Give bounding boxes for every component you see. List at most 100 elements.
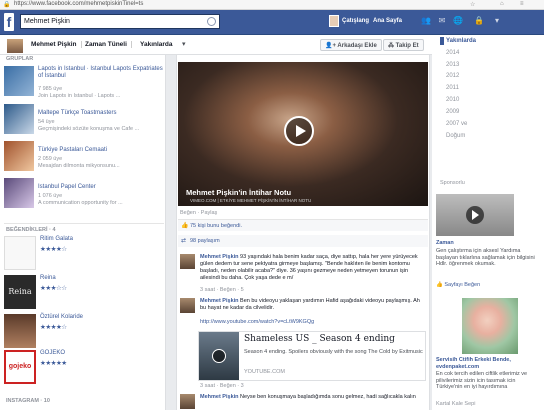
group-desc: Geçmişindeki sözüte konuşma ve Cafe ... [38,126,140,132]
ad-title[interactable]: Zaman [436,240,540,247]
group-item[interactable]: Istanbul Papel Center 1 076 üye A commun… [4,178,164,211]
group-members: 7 985 üye [38,86,63,92]
friend-requests-icon[interactable]: 👥 [421,16,431,26]
add-friend-button[interactable]: 👤+ Arkadaşı Ekle [320,39,382,51]
search-icon[interactable] [207,17,216,26]
group-thumbnail [4,66,34,96]
avatar[interactable] [180,254,195,269]
comment-author[interactable]: Mehmet Pişkin [200,254,239,260]
likes-header: BEĞENDİKLERİ · 4 [6,227,56,233]
play-button[interactable] [284,116,314,146]
liked-page-item[interactable]: gojeko GOJEKO ★★★★★ [4,350,164,388]
avatar[interactable] [180,298,195,313]
shares-count[interactable]: 98 paylaşım [190,238,220,244]
profile-name-tab[interactable]: Mehmet Pişkin [31,41,82,48]
facebook-logo[interactable]: f [4,13,14,31]
browser-url-bar[interactable]: 🔒 https://www.facebook.com/mehmetpiskinT… [0,0,544,10]
home-link[interactable]: Ana Sayfa [373,18,402,24]
page-title[interactable]: Öztürel Kolaride [40,314,83,320]
thumbs-up-icon: 👍 [181,223,189,229]
user-avatar[interactable] [329,15,339,27]
group-desc: Join Lapots in Istanbul · Lapots ... [38,93,121,99]
messages-icon[interactable]: ✉ [437,16,447,26]
group-title[interactable]: Lapots in Istanbul · Istanbul Lapots Exp… [38,66,164,79]
video-title[interactable]: Mehmet Pişkin'in İntihar Notu [186,188,291,197]
liked-page-item[interactable]: Öztürel Kolaride ★★★★☆ [4,314,164,352]
follow-label: Takip Et [395,43,419,49]
url-text[interactable]: https://www.facebook.com/mehmetpiskinTin… [14,1,143,7]
group-item[interactable]: Maltepe Türkçe Toastmasters 54 üye Geçmi… [4,104,164,137]
ad-image[interactable] [462,298,518,354]
group-desc: A communication opportunity for ... [38,200,123,206]
instagram-header: INSTAGRAM · 10 [6,398,50,404]
year-link[interactable]: 2011 [446,85,459,91]
user-name-link[interactable]: Çatışlang [342,18,369,24]
settings-icon[interactable]: ▾ [492,16,502,26]
like-share-links[interactable]: Beğen · Paylaş [180,210,217,216]
rating-stars: ★★★★★ [40,360,67,367]
comment: Mehmet Pişkin 93 yaşındaki hala benim ka… [180,254,426,296]
footer-text: Kartal Kale Sepi [436,401,476,407]
home-icon[interactable]: ⌂ [500,1,504,7]
notifications-icon[interactable]: 🌐 [453,16,463,26]
follow-button[interactable]: ⁂ Takip Et [383,39,424,51]
lock-icon: 🔒 [3,2,11,8]
years-nearby[interactable]: Yakınlarda [446,38,476,44]
nearby-tab[interactable]: Yakınlarda [140,41,177,48]
avatar[interactable] [180,394,195,409]
year-link[interactable]: Doğum [446,133,465,139]
rss-icon: ⁂ [388,43,396,49]
comment: Mehmet Pişkin Ben bu videoyu yaklaşan ya… [180,298,426,330]
shares-row: ⇄ 98 paylaşım [178,235,428,247]
page-title[interactable]: GOJEKO [40,350,65,356]
page-thumbnail: Reina [4,275,36,309]
group-title[interactable]: Maltepe Türkçe Toastmasters [38,110,116,117]
play-icon[interactable] [466,206,484,224]
liked-page-item[interactable]: Reina Reina ★★★☆☆ [4,275,164,313]
preview-title[interactable]: Shameless US _ Season 4 ending [244,334,395,344]
group-item[interactable]: Türkiye Pastaları Cemaati 2 059 üye Mesa… [4,141,164,174]
star-icon[interactable]: ☆ [470,1,475,8]
profile-avatar[interactable] [6,38,24,54]
search-input[interactable]: Mehmet Pişkin [20,14,220,29]
comment-author[interactable]: Mehmet Pişkin [200,298,239,304]
comment-meta[interactable]: 3 saat · Beğen · 3 [200,383,244,389]
rating-stars: ★★★★☆ [40,324,67,331]
year-link[interactable]: 2010 [446,97,459,103]
group-item[interactable]: Lapots in Istanbul · Istanbul Lapots Exp… [4,66,164,99]
group-thumbnail [4,178,34,208]
group-members: 1 076 üye [38,193,63,199]
likes-count: 4 [52,227,56,233]
comment-author[interactable]: Mehmet Pişkin [200,394,239,400]
like-page-link[interactable]: 👍 Sayfayı Beğen [436,282,540,289]
year-link[interactable]: 2014 [446,50,459,56]
chevron-down-icon[interactable]: ▾ [182,40,186,48]
facebook-top-bar: f Mehmet Pişkin Çatışlang Ana Sayfa 👥 ✉ … [0,10,544,35]
page-title[interactable]: Reina [40,275,56,281]
group-title[interactable]: Istanbul Papel Center [38,184,96,191]
page-title[interactable]: Ritim Galata [40,236,73,242]
comment: Mehmet Pişkin Neyse ben konuşmaya başlad… [180,394,426,410]
timeline-tab[interactable]: Zaman Tüneli [85,41,132,48]
likes-header-label: BEĞENDİKLERİ [6,227,48,233]
video-source: VIMEO.COM | ETKİYE MEHMET PİŞKİN'İN İNTİ… [190,198,312,203]
year-link[interactable]: 2013 [446,62,459,68]
groups-header: GRUPLAR [6,56,34,62]
comment-meta[interactable]: 3 saat · Beğen · 5 [200,287,244,293]
likes-count[interactable]: 75 kişi bunu beğendi. [190,223,242,229]
group-title[interactable]: Türkiye Pastaları Cemaati [38,147,107,154]
comment-link[interactable]: http://www.youtube.com/watch?v=cLtW9KGQg [200,319,314,325]
play-icon[interactable] [212,349,226,363]
year-link[interactable]: 2007 ve [446,121,467,127]
privacy-icon[interactable]: 🔒 [474,16,484,26]
like-page-label: Sayfayı Beğen [444,282,481,288]
year-indicator [440,37,444,45]
year-link[interactable]: 2012 [446,73,459,79]
year-link[interactable]: 2009 [446,109,459,115]
preview-desc: Season 4 ending. Spoilers obviously with… [244,349,423,355]
add-friend-label: Arkadaşı Ekle [337,43,377,49]
liked-page-item[interactable]: Ritim Galata ★★★★☆ [4,236,164,274]
comment-text: Mehmet Pişkin 93 yaşındaki hala benim ka… [200,254,424,285]
ad-title[interactable]: Servisih Ctifih Erkeki Bende, evdenpaket… [436,357,540,370]
menu-icon[interactable]: ≡ [520,1,524,7]
